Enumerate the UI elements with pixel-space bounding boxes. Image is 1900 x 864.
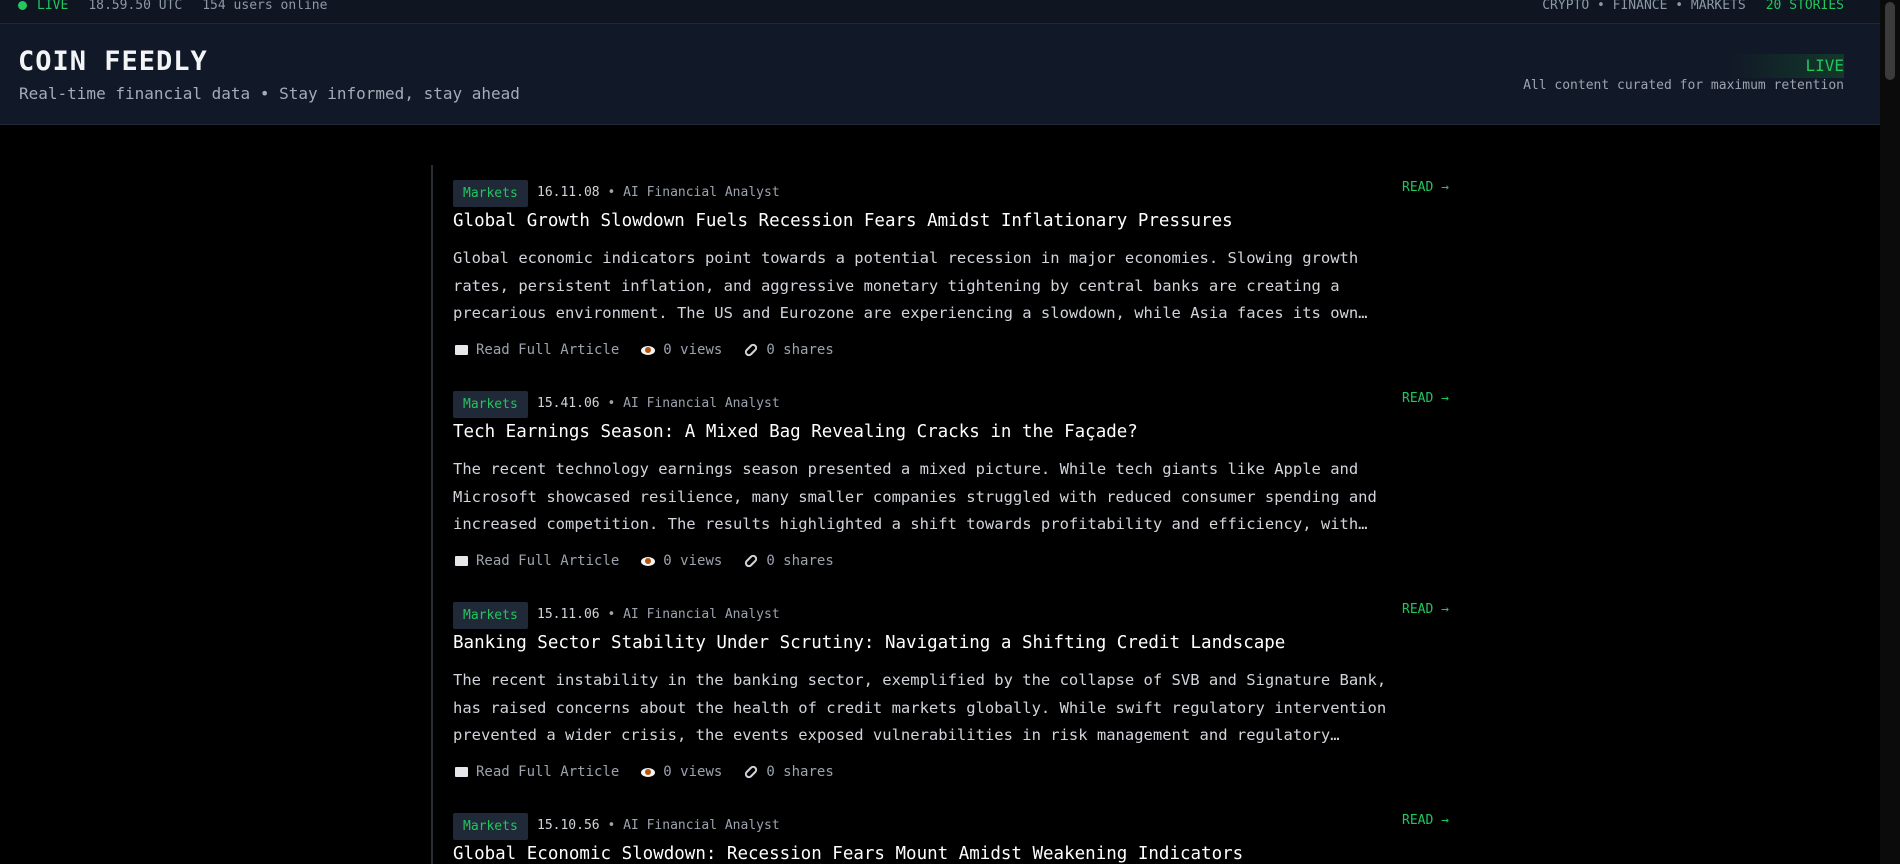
link-icon [743, 764, 760, 780]
eye-icon [641, 345, 656, 355]
views-count: 0 views [641, 342, 722, 358]
article-card: Markets 15.11.06 • AI Financial Analyst … [433, 587, 1473, 798]
live-status-label: LIVE [37, 0, 69, 13]
read-link[interactable]: READ → [1402, 813, 1449, 828]
read-full-article-button[interactable]: Read Full Article [455, 764, 619, 780]
book-icon [455, 556, 468, 566]
article-card: Markets 15.41.06 • AI Financial Analyst … [433, 376, 1473, 587]
article-title[interactable]: Banking Sector Stability Under Scrutiny:… [453, 633, 1285, 653]
article-card: Markets 16.11.08 • AI Financial Analyst … [433, 165, 1473, 376]
views-count: 0 views [641, 764, 722, 780]
status-bar: LIVE 18.59.50 UTC 154 users online CRYPT… [0, 0, 1880, 24]
article-meta: 15.10.56 • AI Financial Analyst [537, 818, 780, 833]
article-summary: The recent instability in the banking se… [453, 671, 1387, 744]
article-author: • AI Financial Analyst [607, 607, 780, 622]
article-summary: Global economic indicators point towards… [453, 249, 1368, 322]
read-full-article-button[interactable]: Read Full Article [455, 553, 619, 569]
article-meta: 16.11.08 • AI Financial Analyst [537, 185, 780, 200]
article-time: 15.10.56 [537, 818, 600, 833]
shares-label: 0 shares [766, 553, 834, 569]
read-full-label: Read Full Article [476, 342, 620, 358]
article-title[interactable]: Tech Earnings Season: A Mixed Bag Reveal… [453, 422, 1138, 442]
live-indicator-dot [18, 1, 27, 10]
share-button[interactable]: 0 shares [743, 764, 834, 780]
retention-note: All content curated for maximum retentio… [1523, 78, 1844, 93]
book-icon [455, 345, 468, 355]
views-label: 0 views [663, 342, 723, 358]
read-full-label: Read Full Article [476, 553, 620, 569]
eye-icon [641, 556, 656, 566]
read-link[interactable]: READ → [1402, 180, 1449, 195]
article-meta: 15.11.06 • AI Financial Analyst [537, 607, 780, 622]
article-time: 16.11.08 [537, 185, 600, 200]
share-button[interactable]: 0 shares [743, 342, 834, 358]
link-icon [743, 553, 760, 569]
views-count: 0 views [641, 553, 722, 569]
read-link[interactable]: READ → [1402, 391, 1449, 406]
category-badge[interactable]: Markets [453, 391, 528, 418]
article-summary: The recent technology earnings season pr… [453, 460, 1377, 533]
utc-clock: 18.59.50 UTC [88, 0, 183, 13]
category-list: CRYPTO • FINANCE • MARKETS [1542, 0, 1746, 13]
site-tagline: Real-time financial data • Stay informed… [19, 84, 520, 103]
shares-label: 0 shares [766, 342, 834, 358]
read-full-article-button[interactable]: Read Full Article [455, 342, 619, 358]
views-label: 0 views [663, 553, 723, 569]
site-header: COIN FEEDLY Real-time financial data • S… [0, 24, 1880, 125]
book-icon [455, 767, 468, 777]
link-icon [743, 342, 760, 358]
shares-label: 0 shares [766, 764, 834, 780]
article-author: • AI Financial Analyst [607, 185, 780, 200]
article-time: 15.41.06 [537, 396, 600, 411]
category-badge[interactable]: Markets [453, 813, 528, 840]
views-label: 0 views [663, 764, 723, 780]
article-author: • AI Financial Analyst [607, 396, 780, 411]
scrollbar-thumb[interactable] [1885, 2, 1895, 80]
article-feed: Markets 16.11.08 • AI Financial Analyst … [431, 165, 1471, 864]
article-actions: Read Full Article 0 views 0 shares [455, 553, 856, 569]
read-full-label: Read Full Article [476, 764, 620, 780]
article-actions: Read Full Article 0 views 0 shares [455, 342, 856, 358]
article-time: 15.11.06 [537, 607, 600, 622]
article-title[interactable]: Global Economic Slowdown: Recession Fear… [453, 844, 1243, 864]
article-meta: 15.41.06 • AI Financial Analyst [537, 396, 780, 411]
article-title[interactable]: Global Growth Slowdown Fuels Recession F… [453, 211, 1233, 231]
share-button[interactable]: 0 shares [743, 553, 834, 569]
article-author: • AI Financial Analyst [607, 818, 780, 833]
article-card: Markets 15.10.56 • AI Financial Analyst … [433, 798, 1473, 864]
article-actions: Read Full Article 0 views 0 shares [455, 764, 856, 780]
category-badge[interactable]: Markets [453, 602, 528, 629]
users-online-count: 154 users online [202, 0, 328, 13]
live-badge: LIVE [1728, 54, 1844, 78]
site-title[interactable]: COIN FEEDLY [18, 46, 208, 77]
page-scrollbar[interactable] [1880, 0, 1900, 864]
read-link[interactable]: READ → [1402, 602, 1449, 617]
story-count: 20 STORIES [1765, 0, 1844, 13]
eye-icon [641, 767, 656, 777]
category-badge[interactable]: Markets [453, 180, 528, 207]
